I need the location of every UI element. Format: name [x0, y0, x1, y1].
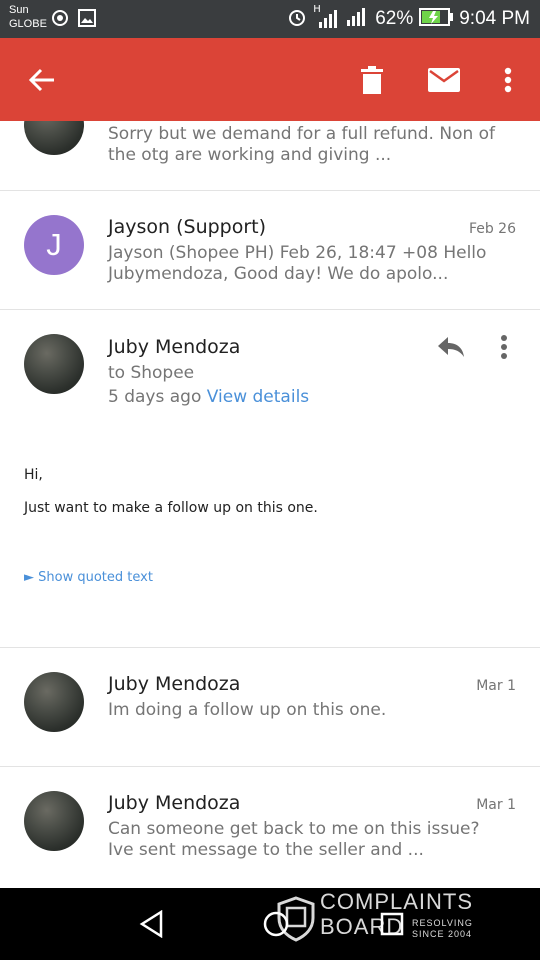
message-overflow-button[interactable] — [488, 329, 520, 365]
sender-name: Juby Mendoza — [108, 673, 241, 695]
sender-name: Jayson (Support) — [108, 216, 267, 238]
watermark-tagline-2: SINCE 2004 — [412, 929, 473, 939]
network-type-label: H — [313, 4, 321, 15]
clock: 9:04 PM — [459, 8, 530, 29]
battery-percentage: 62% — [375, 8, 414, 29]
divider — [0, 766, 540, 767]
avatar — [24, 672, 84, 732]
more-vert-icon — [504, 67, 512, 92]
view-details-link[interactable]: View details — [207, 387, 309, 407]
watermark-line-1: COMPLAINTS — [320, 889, 474, 914]
more-vert-icon — [501, 335, 507, 359]
back-button[interactable] — [14, 38, 70, 121]
sender-name: Juby Mendoza — [108, 792, 241, 814]
time-row: 5 days ago View details — [108, 387, 309, 407]
message-snippet: Im doing a follow up on this one. — [108, 700, 387, 720]
avatar[interactable] — [24, 334, 84, 394]
recipient-label: to Shopee — [108, 363, 195, 383]
mark-unread-button[interactable] — [418, 38, 470, 121]
signal-icon — [345, 6, 369, 32]
show-quoted-text-link[interactable]: ► Show quoted text — [24, 570, 153, 585]
message-snippet: Jayson (Shopee PH) Feb 26, 18:47 +08 Hel… — [108, 243, 487, 284]
message-date: Mar 1 — [476, 797, 516, 813]
image-notification-icon — [77, 8, 97, 32]
sender-name: Juby Mendoza — [108, 336, 241, 358]
avatar-letter: J — [46, 227, 62, 262]
time-ago: 5 days ago — [108, 387, 202, 407]
app-bar — [0, 38, 540, 121]
shield-logo-icon — [277, 896, 315, 942]
mail-icon — [428, 67, 460, 92]
nav-back-icon — [139, 910, 163, 938]
battery-charging-icon — [419, 8, 454, 30]
carrier-label: Sun GLOBE — [9, 3, 47, 31]
divider — [0, 190, 540, 191]
trash-icon — [361, 65, 383, 94]
reply-icon — [438, 337, 464, 357]
carrier-line-2: GLOBE — [9, 18, 47, 30]
divider — [0, 309, 540, 310]
nav-back-button[interactable] — [130, 888, 174, 960]
message-snippet: Sorry but we demand for a full refund. N… — [108, 124, 496, 165]
watermark-line-2: BOARD — [320, 914, 404, 939]
avatar — [24, 121, 84, 155]
body-greeting: Hi, — [24, 467, 43, 483]
back-arrow-icon — [28, 68, 54, 91]
carrier-line-1: Sun — [9, 4, 29, 16]
delete-button[interactable] — [346, 38, 398, 121]
signal-icon: H — [313, 4, 339, 30]
message-snippet: Can someone get back to me on this issue… — [108, 819, 480, 860]
avatar — [24, 791, 84, 851]
divider — [0, 647, 540, 648]
alarm-icon — [287, 7, 307, 31]
avatar: J — [24, 215, 84, 275]
more-options-button[interactable] — [488, 38, 528, 121]
message-date: Mar 1 — [476, 678, 516, 694]
watermark-tagline-1: RESOLVING — [412, 918, 473, 928]
location-icon — [50, 8, 70, 32]
message-date: Feb 26 — [468, 221, 516, 237]
conversation-view[interactable]: Sorry but we demand for a full refund. N… — [0, 121, 540, 888]
status-bar: Sun GLOBE H 62% 9:04 PM — [0, 0, 540, 38]
body-text: Just want to make a follow up on this on… — [24, 500, 318, 516]
reply-button[interactable] — [428, 329, 474, 365]
